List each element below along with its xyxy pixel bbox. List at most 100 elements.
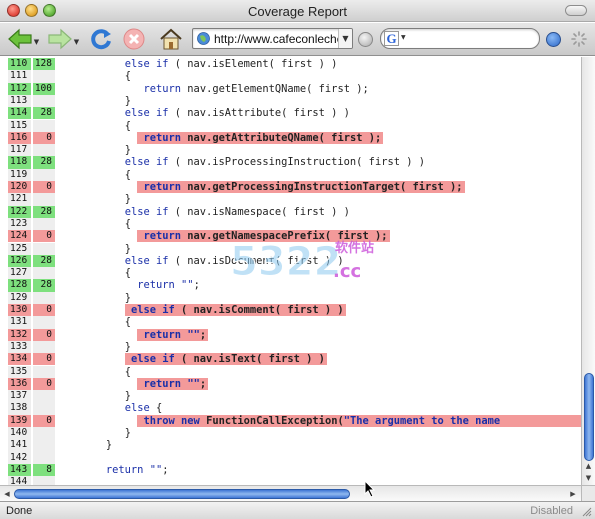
source-code-text: return nav.getNamespacePrefix( first );	[137, 230, 390, 243]
source-code-text: }	[124, 390, 131, 403]
scroll-left-arrow-icon[interactable]: ◀	[1, 488, 13, 500]
line-number: 132	[8, 328, 32, 341]
line-number: 115	[8, 119, 32, 132]
hit-count: 0	[33, 181, 55, 194]
source-code-text: {	[124, 70, 131, 83]
navigation-toolbar: ▼ ▼ http://www.cafeconleche ▼ G ▼	[0, 23, 595, 56]
back-arrow-icon	[7, 28, 32, 50]
source-code-text: else if ( nav.isElement( first ) )	[124, 58, 338, 70]
code-line-118: 118 28 else if ( nav.isProcessingInstructi…	[0, 156, 581, 169]
source-code-text: else if ( nav.isDocument( first ) )	[124, 254, 344, 267]
hit-count	[33, 402, 55, 415]
line-number: 144	[8, 476, 32, 485]
code-line-116: 116 0 return nav.getAttributeQName( first …	[0, 131, 581, 145]
code-line-138: 138 else {	[0, 402, 581, 415]
code-line-113: 113}	[0, 94, 581, 108]
source-code-text: return "";	[137, 328, 209, 341]
code-line-125: 125}	[0, 242, 581, 255]
forward-button[interactable]: ▼	[46, 26, 80, 52]
code-line-123: 123 {	[0, 217, 581, 231]
hit-count	[33, 340, 55, 354]
home-button[interactable]	[157, 26, 185, 52]
source-code-text: }	[124, 94, 131, 107]
line-number: 113	[8, 94, 32, 108]
hit-count: 0	[33, 353, 55, 366]
source-code-text: throw new FunctionCallException("The arg…	[137, 414, 581, 427]
line-number: 123	[8, 217, 32, 231]
hit-count	[33, 291, 55, 304]
line-number: 124	[8, 230, 32, 243]
address-dropdown-icon[interactable]: ▼	[338, 29, 352, 48]
line-number: 126	[8, 254, 32, 268]
reload-icon	[91, 29, 111, 50]
back-dropdown-icon[interactable]: ▼	[34, 38, 39, 46]
search-field[interactable]: G ▼	[380, 28, 540, 49]
toolbar-toggle-button[interactable]	[565, 5, 587, 16]
line-number: 120	[8, 181, 32, 194]
code-line-130: 130 0 else if ( nav.isComment( first ) )	[0, 304, 581, 317]
source-code-text: else if ( nav.isComment( first ) )	[124, 304, 346, 317]
address-bar[interactable]: http://www.cafeconleche ▼	[192, 28, 353, 49]
code-line-137: 137}	[0, 390, 581, 403]
globe-icon	[197, 32, 210, 45]
add-bookmark-button[interactable]	[546, 32, 561, 47]
source-code-text: {	[124, 217, 131, 230]
line-number: 135	[8, 365, 32, 378]
reload-button[interactable]	[88, 26, 114, 52]
line-number: 125	[8, 242, 32, 255]
code-line-132: 132 0 return "";	[0, 328, 581, 341]
code-line-134: 134 0 else if ( nav.isText( first ) )	[0, 353, 581, 366]
code-line-119: 119 {	[0, 168, 581, 181]
scroll-up-arrow-icon[interactable]: ▲	[582, 461, 595, 472]
code-line-117: 117}	[0, 144, 581, 157]
stop-button[interactable]	[121, 26, 147, 52]
hit-count: 0	[33, 377, 55, 391]
hit-count	[33, 267, 55, 280]
address-input[interactable]: http://www.cafeconleche	[214, 32, 338, 46]
source-code-text: }	[124, 193, 131, 206]
forward-arrow-icon	[48, 28, 72, 50]
horizontal-scroll-thumb[interactable]	[14, 489, 350, 499]
home-icon	[160, 28, 182, 50]
code-line-140: 140}	[0, 427, 581, 440]
scroll-right-arrow-icon[interactable]: ▶	[567, 488, 579, 500]
code-line-110: 110 128 else if ( nav.isElement( first ) )	[0, 58, 581, 71]
search-engine-dropdown-icon[interactable]: ▼	[401, 34, 406, 41]
hit-count	[33, 451, 55, 464]
resize-grip-icon[interactable]	[580, 505, 592, 517]
code-line-135: 135 {	[0, 365, 581, 378]
code-line-120: 120 0 return nav.getProcessingInstructionT…	[0, 181, 581, 194]
source-code-text: }	[124, 291, 131, 304]
source-code-text: else if ( nav.isNamespace( first ) )	[124, 205, 350, 218]
back-button[interactable]: ▼	[6, 26, 40, 52]
source-code-text: else if ( nav.isAttribute( first ) )	[124, 107, 350, 120]
forward-dropdown-icon[interactable]: ▼	[74, 38, 79, 46]
code-line-129: 129}	[0, 291, 581, 304]
line-number: 117	[8, 144, 32, 157]
hit-count: 0	[33, 230, 55, 243]
go-button[interactable]	[358, 32, 373, 47]
code-line-133: 133}	[0, 340, 581, 354]
line-number: 137	[8, 390, 32, 403]
loading-spinner-icon	[571, 31, 587, 47]
line-number: 127	[8, 267, 32, 280]
hit-count: 0	[33, 131, 55, 145]
hit-count: 0	[33, 414, 55, 427]
hit-count	[33, 316, 55, 329]
line-number: 112	[8, 82, 32, 95]
source-code-text: return "";	[137, 279, 200, 292]
scroll-down-arrow-icon[interactable]: ▼	[582, 473, 595, 484]
hit-count	[33, 242, 55, 255]
hit-count	[33, 144, 55, 157]
google-search-icon[interactable]: G	[384, 31, 399, 46]
vertical-scroll-thumb[interactable]	[584, 373, 594, 461]
vertical-scrollbar[interactable]: ▲ ▼	[581, 57, 595, 485]
hit-count: 28	[33, 254, 55, 268]
window-title: Coverage Report	[248, 4, 347, 19]
line-number: 134	[8, 353, 32, 366]
line-number: 130	[8, 304, 32, 317]
source-code-text: else {	[124, 402, 163, 415]
code-line-124: 124 0 return nav.getNamespacePrefix( first…	[0, 230, 581, 243]
line-number: 136	[8, 377, 32, 391]
horizontal-scrollbar[interactable]: ◀ ▶	[0, 485, 581, 501]
